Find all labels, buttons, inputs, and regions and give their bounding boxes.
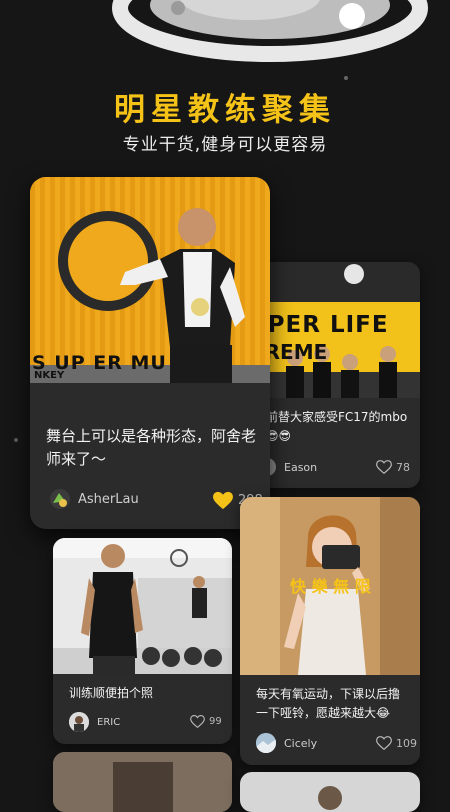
like-button[interactable]: 109 — [376, 736, 417, 750]
hero-subtitle: 专业干货,健身可以更容易 — [122, 135, 328, 155]
author-name: Cicely — [284, 736, 318, 750]
post-photo: 快 樂 無 限 — [240, 497, 420, 675]
avatar — [50, 489, 70, 509]
post-card-partial[interactable] — [240, 772, 420, 812]
post-photo — [240, 772, 420, 812]
post-author[interactable]: AsherLau — [50, 489, 139, 509]
planet-decoration — [112, 0, 428, 80]
author-name: ERIC — [97, 716, 121, 728]
author-name: Eason — [284, 460, 318, 474]
avatar — [256, 733, 276, 753]
post-author[interactable]: ERIC — [69, 712, 120, 732]
like-button[interactable]: 99 — [190, 715, 222, 728]
avatar — [69, 712, 89, 732]
photo-overlay-text: 快 樂 無 限 — [290, 577, 371, 596]
photo-sign-text: NKEY — [34, 370, 65, 381]
post-author[interactable]: Cicely — [256, 733, 317, 753]
post-photo — [53, 538, 232, 674]
post-card-featured[interactable]: S UP ER MU NKEY 舞台上可以是各种形态，阿舍老师来了～ Asher… — [30, 177, 270, 529]
like-button[interactable]: 78 — [376, 460, 410, 474]
heart-filled-icon — [213, 491, 233, 510]
post-photo: S UP ER MU NKEY — [30, 177, 270, 383]
post-caption: 训练顺便拍个照 — [69, 686, 154, 700]
heart-icon — [190, 715, 205, 728]
post-card[interactable]: 快 樂 無 限 每天有氧运动，下课以后撸一下哑铃，愿越来越大😂 Cicely 1… — [240, 497, 420, 765]
post-photo — [53, 752, 232, 812]
post-caption: 前替大家感受FC17的mbo😎😎 — [266, 410, 408, 443]
hero-title: 明星教练聚集 — [114, 92, 336, 128]
author-name: AsherLau — [78, 491, 139, 507]
post-caption: 舞台上可以是各种形态，阿舍老师来了～ — [46, 427, 257, 469]
post-card-partial[interactable] — [53, 752, 232, 812]
decor-dot — [14, 438, 18, 442]
post-caption: 每天有氧运动，下课以后撸一下哑铃，愿越来越大😂 — [256, 687, 401, 720]
like-count: 109 — [396, 736, 417, 750]
heart-icon — [376, 736, 392, 750]
like-count: 99 — [209, 716, 222, 727]
like-count: 78 — [396, 460, 410, 474]
heart-icon — [376, 460, 392, 474]
post-card[interactable]: 训练顺便拍个照 ERIC 99 — [53, 538, 232, 744]
